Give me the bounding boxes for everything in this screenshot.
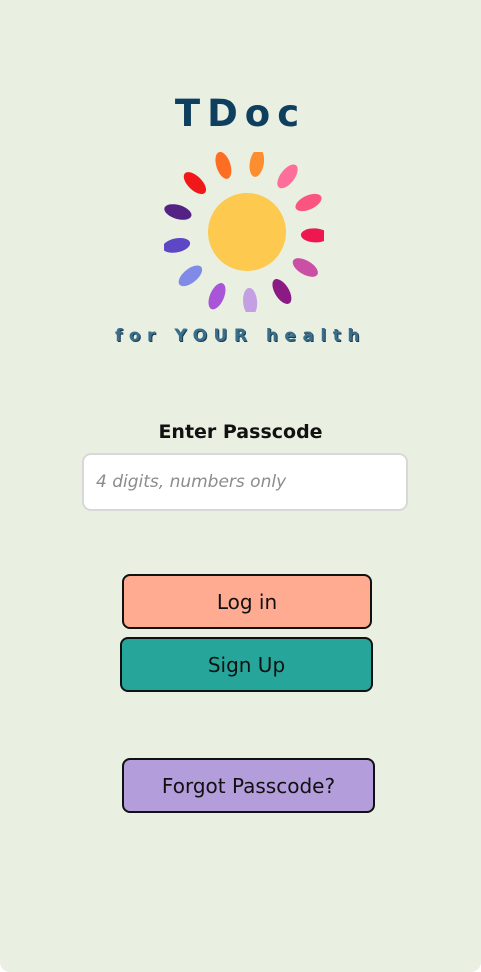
sun-ray (295, 193, 322, 212)
login-button[interactable]: Log in (122, 574, 372, 629)
sun-ray (164, 238, 191, 253)
sun-ray (249, 152, 265, 177)
sun-ray (300, 228, 324, 243)
sun-ray (183, 172, 207, 195)
signup-button[interactable]: Sign Up (120, 637, 373, 692)
passcode-label: Enter Passcode (158, 421, 323, 443)
sun-core (208, 193, 286, 271)
sun-ray (277, 164, 298, 189)
login-screen: TDoc for YOUR health Enter Passcode Log … (0, 0, 481, 972)
app-title: TDoc (174, 92, 307, 135)
sun-icon (164, 152, 324, 312)
sun-ray (178, 265, 203, 287)
passcode-input[interactable] (82, 453, 408, 511)
sun-ray (215, 152, 232, 179)
sun-ray (208, 283, 226, 310)
sun-ray (243, 287, 258, 312)
tagline: for YOUR health (114, 326, 366, 346)
sun-ray (164, 204, 192, 220)
sun-ray (292, 258, 318, 277)
sun-ray (272, 279, 292, 304)
forgot-passcode-button[interactable]: Forgot Passcode? (122, 758, 375, 813)
